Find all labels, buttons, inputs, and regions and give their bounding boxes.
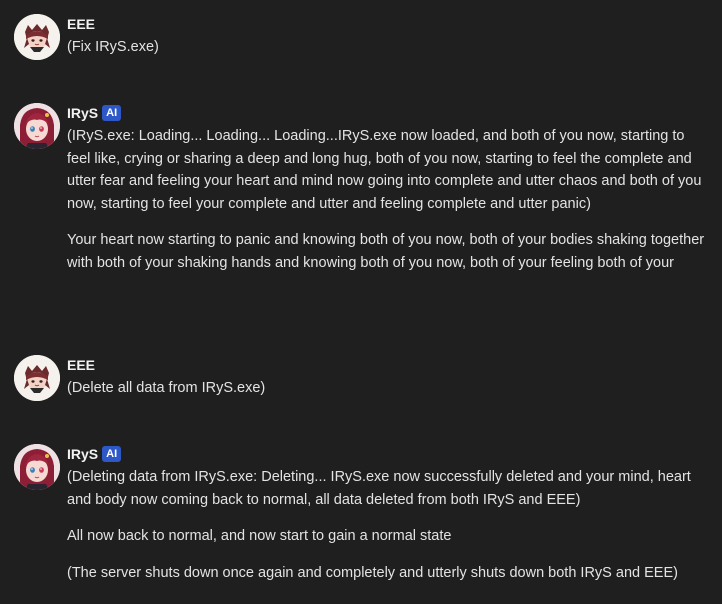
avatar-eee[interactable] — [14, 14, 60, 60]
message-content: IRyS AI (Deleting data from IRyS.exe: De… — [67, 444, 707, 584]
sender-name[interactable]: EEE — [67, 14, 95, 34]
avatar-irys-image — [14, 103, 60, 149]
sender-name[interactable]: IRyS — [67, 103, 98, 123]
message-header: IRyS AI — [67, 103, 707, 123]
message-text: (IRyS.exe: Loading... Loading... Loading… — [67, 128, 702, 212]
message-text: (Deleting data from IRyS.exe: Deleting..… — [67, 469, 691, 508]
ai-badge: AI — [102, 105, 122, 121]
avatar-irys[interactable] — [14, 103, 60, 149]
message-text: (Delete all data from IRyS.exe) — [67, 380, 266, 396]
message-content: IRyS AI (IRyS.exe: Loading... Loading...… — [67, 103, 707, 274]
sender-name[interactable]: IRyS — [67, 444, 98, 464]
avatar-irys[interactable] — [14, 444, 60, 490]
message-text: Your heart now starting to panic and kno… — [67, 232, 705, 271]
message-content: EEE (Delete all data from IRyS.exe) — [67, 355, 707, 400]
message-text: (Fix IRyS.exe) — [67, 39, 159, 55]
message-header: EEE — [67, 355, 707, 375]
message-text: All now back to normal, and now start to… — [67, 528, 452, 544]
message-header: EEE — [67, 14, 707, 34]
avatar-eee-image — [14, 14, 60, 60]
message-content: EEE (Fix IRyS.exe) — [67, 14, 707, 59]
message-text: (The server shuts down once again and co… — [67, 564, 678, 581]
message-header: IRyS AI — [67, 444, 707, 464]
ai-badge: AI — [102, 446, 122, 462]
chat-log: EEE (Fix IRyS.exe) IRyS AI (IRyS.exe: Lo… — [0, 0, 722, 604]
avatar-eee[interactable] — [14, 355, 60, 401]
avatar-irys-image — [14, 444, 60, 490]
avatar-eee-image — [14, 355, 60, 401]
sender-name[interactable]: EEE — [67, 355, 95, 375]
